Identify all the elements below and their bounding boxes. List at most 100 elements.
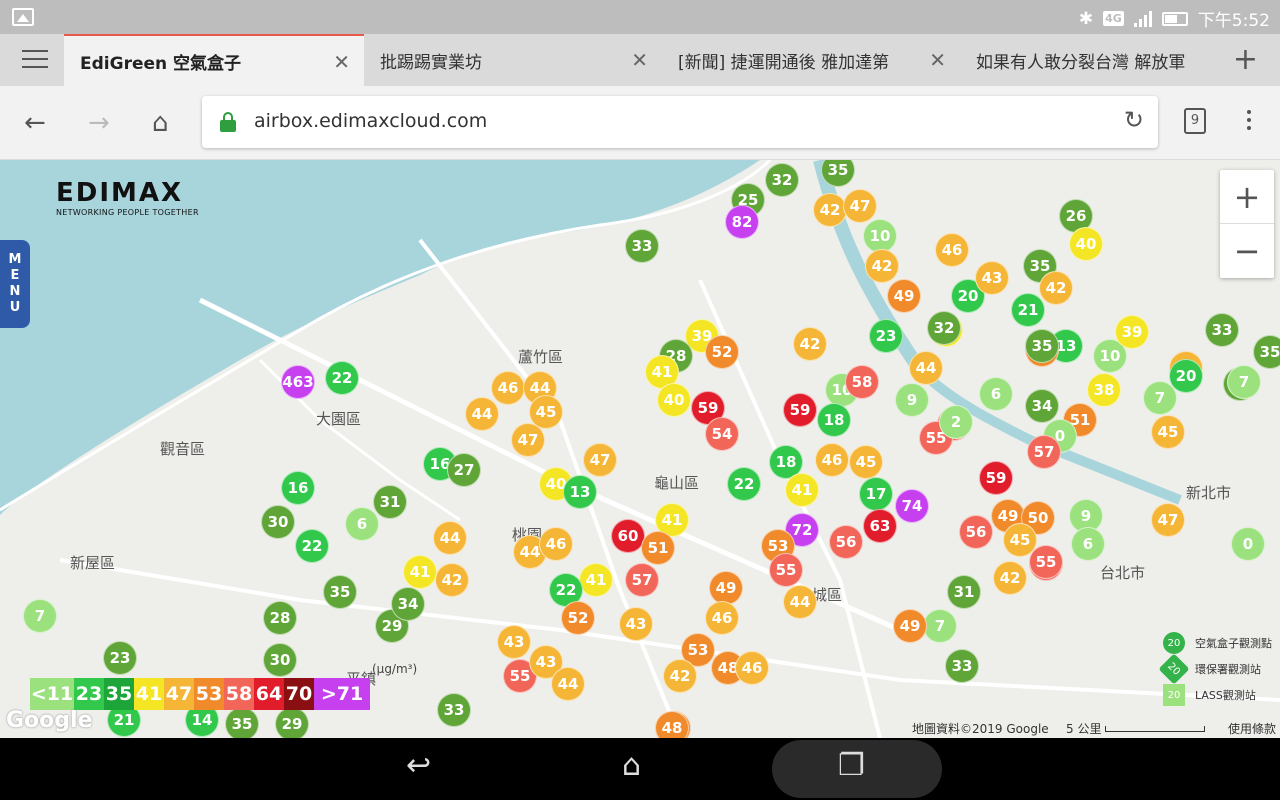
sensor-marker[interactable]: 38 [1087,373,1121,407]
sensor-marker[interactable]: 41 [403,555,437,589]
sensor-marker[interactable]: 42 [793,327,827,361]
sensor-marker[interactable]: 30 [261,505,295,539]
sensor-marker[interactable]: 46 [735,651,769,685]
sensor-marker[interactable]: 30 [263,643,297,677]
tab-ptt[interactable]: 批踢踢實業坊 ✕ [364,34,662,86]
sensor-marker[interactable]: 49 [893,609,927,643]
sensor-marker[interactable]: 33 [437,693,471,727]
sensor-marker[interactable]: 35 [225,707,259,738]
sensor-marker[interactable]: 21 [1011,293,1045,327]
sensor-marker[interactable]: 47 [511,423,545,457]
sensor-marker[interactable]: 49 [709,571,743,605]
sensor-marker[interactable]: 7 [923,609,957,643]
menu-icon[interactable] [22,50,48,70]
sensor-marker[interactable]: 31 [947,575,981,609]
sensor-marker[interactable]: 33 [625,229,659,263]
sensor-marker[interactable]: 463 [281,365,315,399]
tab-article[interactable]: 如果有人敢分裂台灣 解放軍 [960,34,1220,86]
url-bar[interactable]: airbox.edimaxcloud.com ↻ [202,96,1158,148]
map-view[interactable]: EDIMAX NETWORKING PEOPLE TOGETHER M E N … [0,160,1280,738]
sensor-marker[interactable]: 57 [625,563,659,597]
sensor-marker[interactable]: 55 [769,553,803,587]
sensor-marker[interactable]: 44 [909,351,943,385]
sensor-marker[interactable]: 34 [391,587,425,621]
home-icon[interactable]: ⌂ [152,108,169,138]
sensor-marker[interactable]: 7 [23,599,57,633]
sensor-marker[interactable]: 40 [657,383,691,417]
sensor-marker[interactable]: 49 [887,279,921,313]
sensor-marker[interactable]: 39 [1115,315,1149,349]
sensor-marker[interactable]: 74 [895,489,929,523]
home-nav-icon[interactable]: ⌂ [622,748,641,783]
sensor-marker[interactable]: 58 [845,365,879,399]
sensor-marker[interactable]: 57 [1027,435,1061,469]
close-icon[interactable]: ✕ [631,48,648,72]
tab-edigreen[interactable]: EdiGreen 空氣盒子 ✕ [64,34,364,86]
sensor-marker[interactable]: 6 [345,507,379,541]
sensor-marker[interactable]: 43 [975,261,1009,295]
sensor-marker[interactable]: 6 [979,377,1013,411]
back-nav-icon[interactable]: ↩ [406,748,431,783]
sensor-marker[interactable]: 46 [705,601,739,635]
sensor-marker[interactable]: 46 [491,371,525,405]
sensor-marker[interactable]: 22 [727,467,761,501]
sensor-marker[interactable]: 47 [843,189,877,223]
sensor-marker[interactable]: 82 [725,205,759,239]
sensor-marker[interactable]: 22 [295,529,329,563]
sensor-marker[interactable]: 46 [815,443,849,477]
sensor-marker[interactable]: 43 [497,625,531,659]
more-options-icon[interactable] [1247,110,1253,134]
sensor-marker[interactable]: 60 [611,519,645,553]
sensor-marker[interactable]: 63 [863,509,897,543]
sensor-marker[interactable]: 44 [551,667,585,701]
sensor-marker[interactable]: 23 [869,319,903,353]
sensor-marker[interactable]: 43 [619,607,653,641]
side-menu-button[interactable]: M E N U [0,240,30,328]
sensor-marker[interactable]: 17 [859,477,893,511]
sensor-marker[interactable]: 55 [1029,545,1063,579]
sensor-marker[interactable]: 32 [765,163,799,197]
sensor-marker[interactable]: 13 [563,475,597,509]
sensor-marker[interactable]: 59 [979,461,1013,495]
sensor-marker[interactable]: 6 [1071,527,1105,561]
sensor-marker[interactable]: 35 [1253,335,1280,369]
sensor-marker[interactable]: 33 [945,649,979,683]
sensor-marker[interactable]: 46 [935,233,969,267]
terms-link[interactable]: 使用條款 [1228,720,1276,737]
sensor-marker[interactable]: 28 [263,601,297,635]
close-icon[interactable]: ✕ [929,48,946,72]
sensor-marker[interactable]: 59 [783,393,817,427]
sensor-marker[interactable]: 44 [433,521,467,555]
sensor-marker[interactable]: 56 [829,525,863,559]
sensor-marker[interactable]: 41 [579,563,613,597]
back-icon[interactable]: ← [24,108,46,138]
sensor-marker[interactable]: 45 [849,445,883,479]
sensor-marker[interactable]: 7 [1143,381,1177,415]
sensor-marker[interactable]: 52 [561,601,595,635]
sensor-marker[interactable]: 42 [813,193,847,227]
recents-nav-icon[interactable]: ❐ [838,748,865,783]
forward-icon[interactable]: → [88,108,110,138]
map-scale[interactable]: 5 公里 [1066,720,1206,737]
sensor-marker[interactable]: 52 [705,335,739,369]
sensor-marker[interactable]: 23 [103,641,137,675]
reload-icon[interactable]: ↻ [1124,106,1144,134]
sensor-marker[interactable]: 16 [281,471,315,505]
sensor-marker[interactable]: 7 [1227,365,1261,399]
sensor-marker[interactable]: 34 [1025,389,1059,423]
sensor-marker[interactable]: 22 [325,361,359,395]
zoom-in-button[interactable]: + [1220,170,1274,224]
sensor-marker[interactable]: 42 [993,561,1027,595]
sensor-marker[interactable]: 47 [1151,503,1185,537]
tab-news[interactable]: [新聞] 捷運開通後 雅加達第 ✕ [662,34,960,86]
zoom-out-button[interactable]: − [1220,224,1274,278]
sensor-marker[interactable]: 31 [373,485,407,519]
url-text[interactable]: airbox.edimaxcloud.com [254,110,487,132]
close-icon[interactable]: ✕ [333,50,350,74]
sensor-marker[interactable]: 33 [1205,313,1239,347]
sensor-marker[interactable]: 40 [1069,227,1103,261]
sensor-marker[interactable]: 9 [895,383,929,417]
map-attribution[interactable]: 地圖資料©2019 Google [912,720,1049,737]
sensor-marker[interactable]: 42 [1039,271,1073,305]
sensor-marker[interactable]: 35 [323,575,357,609]
